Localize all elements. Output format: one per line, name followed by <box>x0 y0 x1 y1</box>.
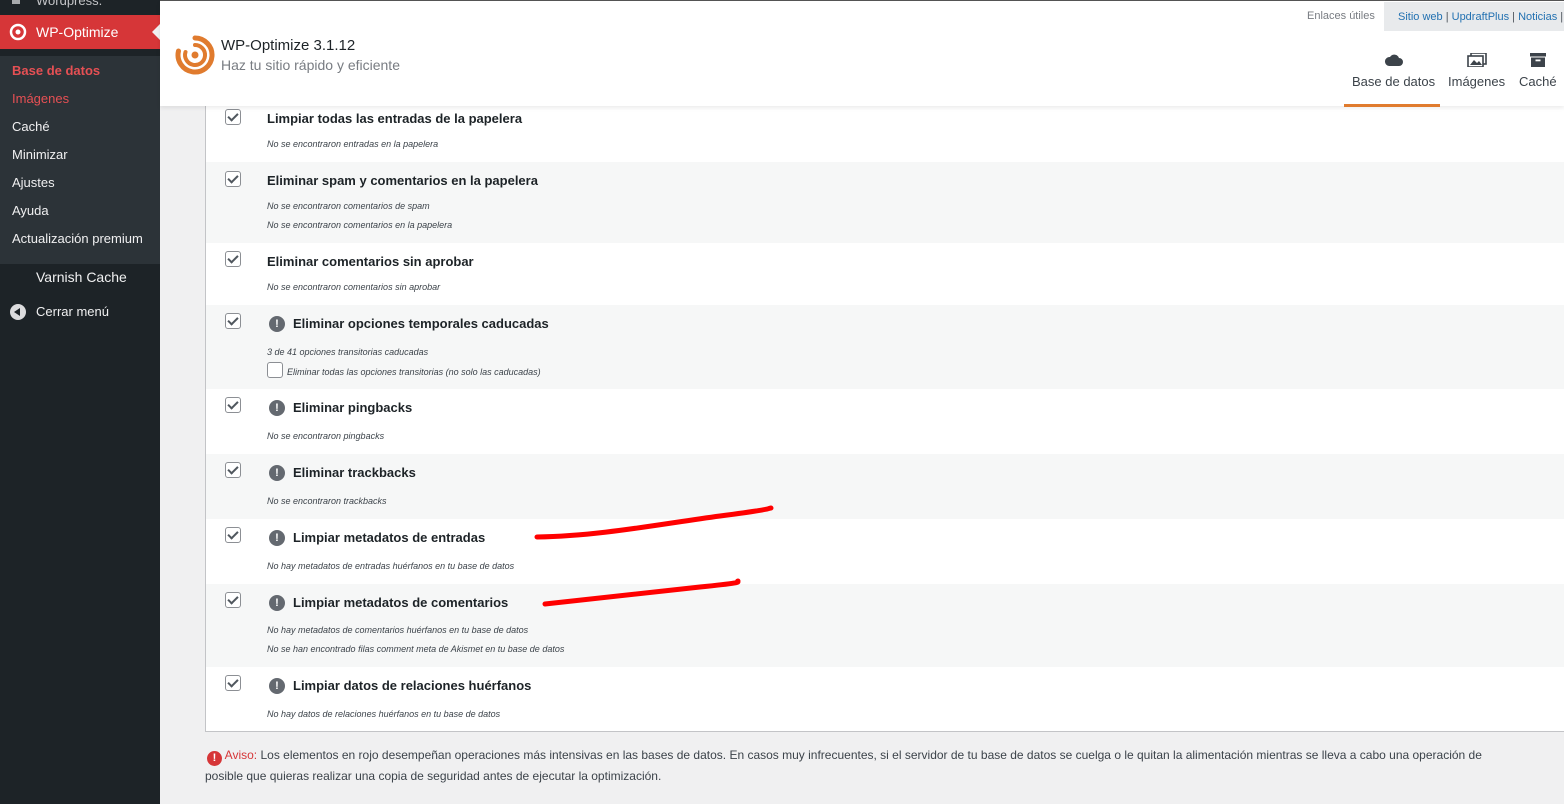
link-sitio-web[interactable]: Sitio web <box>1398 11 1443 23</box>
link-separator: | <box>1512 11 1516 23</box>
optimization-checkbox[interactable] <box>225 251 241 267</box>
warning-icon: ! <box>269 530 285 546</box>
sidebar-submenu: Base de datos Imágenes Caché Minimizar A… <box>0 56 160 264</box>
sidebar-item-label: Wordpress. <box>36 0 103 8</box>
optimization-checkbox[interactable] <box>225 527 241 543</box>
optimization-row: ! Eliminar trackbacks No se encontraron … <box>206 454 1564 519</box>
submenu-actualizacion-premium[interactable]: Actualización premium <box>12 231 143 246</box>
optimization-checkbox[interactable] <box>225 109 241 125</box>
sidebar-item-varnish-cache[interactable]: Varnish Cache <box>36 269 127 285</box>
tab-base-de-datos[interactable]: Base de datos <box>1352 53 1435 89</box>
optimization-checkbox[interactable] <box>225 313 241 329</box>
wp-optimize-icon <box>9 23 27 41</box>
optimization-title: Eliminar spam y comentarios en la papele… <box>267 173 538 188</box>
useful-links-label: Enlaces útiles <box>1307 10 1375 22</box>
optimization-row: ! Limpiar metadatos de comentarios No ha… <box>206 584 1564 667</box>
optimization-detail: No se encontraron comentarios de spam <box>267 201 430 211</box>
warning-icon: ! <box>269 595 285 611</box>
optimization-checkbox[interactable] <box>225 675 241 691</box>
optimization-detail: 3 de 41 opciones transitorias caducadas <box>267 347 429 357</box>
submenu-ajustes[interactable]: Ajustes <box>12 175 55 190</box>
optimization-row: ! Limpiar datos de relaciones huérfanos … <box>206 667 1564 731</box>
submenu-ayuda[interactable]: Ayuda <box>12 203 49 218</box>
optimization-detail: No hay datos de relaciones huérfanos en … <box>267 709 501 719</box>
notice-label: Aviso: <box>224 748 258 762</box>
optimization-row: ! Eliminar opciones temporales caducadas… <box>206 305 1564 389</box>
optimization-detail: No se encontraron comentarios en la pape… <box>267 220 453 230</box>
optimization-row: Eliminar comentarios sin aprobar No se e… <box>206 243 1564 305</box>
optimization-title: Eliminar comentarios sin aprobar <box>267 254 474 269</box>
optimization-detail: No se encontraron comentarios sin aproba… <box>267 282 441 292</box>
link-noticias[interactable]: Noticias <box>1518 11 1557 23</box>
optimization-checkbox[interactable] <box>225 171 241 187</box>
optimization-title: Limpiar todas las entradas de la papeler… <box>267 111 523 126</box>
link-updraftplus[interactable]: UpdraftPlus <box>1452 11 1509 23</box>
optimizations-table: Limpiar todas las entradas de la papeler… <box>205 100 1564 732</box>
optimization-detail: No se han encontrado filas comment meta … <box>267 644 565 654</box>
warning-notice: ! Aviso: Los elementos en rojo desempeña… <box>205 745 1564 787</box>
submenu-minimizar[interactable]: Minimizar <box>12 147 68 162</box>
all-transients-label: Eliminar todas las opciones transitorias… <box>287 367 541 377</box>
warning-icon: ! <box>269 678 285 694</box>
alert-icon: ! <box>207 751 222 766</box>
archive-icon <box>1529 53 1546 67</box>
optimization-row: Eliminar spam y comentarios en la papele… <box>206 162 1564 243</box>
link-separator: | <box>1560 11 1564 23</box>
submenu-cache[interactable]: Caché <box>12 119 50 134</box>
optimization-detail: No se encontraron entradas en la papeler… <box>267 139 439 149</box>
optimization-title: Eliminar opciones temporales caducadas <box>293 316 549 331</box>
plugin-tagline: Haz tu sitio rápido y eficiente <box>221 57 400 73</box>
optimization-title: Limpiar metadatos de comentarios <box>293 595 509 610</box>
optimization-row: Limpiar todas las entradas de la papeler… <box>206 101 1564 162</box>
optimization-row: ! Eliminar pingbacks No se encontraron p… <box>206 389 1564 454</box>
cloud-icon <box>1384 54 1403 66</box>
tab-label: Caché <box>1519 74 1557 89</box>
tab-label: Base de datos <box>1352 74 1436 89</box>
submenu-imagenes[interactable]: Imágenes <box>12 91 69 106</box>
optimization-checkbox[interactable] <box>225 397 241 413</box>
optimization-title: Eliminar pingbacks <box>293 400 413 415</box>
collapse-menu-button[interactable]: Cerrar menú <box>36 304 109 319</box>
optimization-title: Limpiar metadatos de entradas <box>293 530 486 545</box>
notice-text-line2: posible que quieras realizar una copia d… <box>205 769 662 783</box>
active-arrow <box>152 24 160 40</box>
warning-icon: ! <box>269 316 285 332</box>
useful-links-box: Sitio web | UpdraftPlus | Noticias | <box>1384 2 1564 31</box>
optimization-checkbox[interactable] <box>225 592 241 608</box>
active-tab-indicator <box>1344 104 1440 107</box>
warning-icon: ! <box>269 465 285 481</box>
sidebar-item-label: WP-Optimize <box>36 24 119 40</box>
plugin-icon <box>12 0 20 4</box>
plugin-title: WP-Optimize 3.1.12 <box>221 37 356 54</box>
tab-imagenes[interactable]: Imágenes <box>1448 53 1505 89</box>
optimization-detail: No hay metadatos de comentarios huérfano… <box>267 625 529 635</box>
all-transients-checkbox[interactable] <box>267 362 283 378</box>
admin-sidebar: Wordpress. WP-Optimize Base de datos Imá… <box>0 0 160 804</box>
optimization-detail: No hay metadatos de entradas huérfanos e… <box>267 561 515 571</box>
wp-optimize-logo <box>175 35 215 75</box>
sidebar-item-partial[interactable]: Wordpress. <box>0 0 160 8</box>
tab-label: Imágenes <box>1448 74 1506 89</box>
submenu-base-de-datos[interactable]: Base de datos <box>12 63 100 78</box>
optimization-row: ! Limpiar metadatos de entradas No hay m… <box>206 519 1564 584</box>
plugin-header: WP-Optimize 3.1.12 Haz tu sitio rápido y… <box>160 1 1564 107</box>
link-separator: | <box>1445 11 1449 23</box>
optimization-checkbox[interactable] <box>225 462 241 478</box>
images-icon <box>1466 53 1487 67</box>
notice-text: Los elementos en rojo desempeñan operaci… <box>260 748 1482 762</box>
warning-icon: ! <box>269 400 285 416</box>
optimization-title: Limpiar datos de relaciones huérfanos <box>293 678 532 693</box>
optimization-detail: No se encontraron pingbacks <box>267 431 385 441</box>
optimization-detail: No se encontraron trackbacks <box>267 496 387 506</box>
sidebar-item-wp-optimize[interactable]: WP-Optimize <box>0 15 160 49</box>
collapse-menu-icon[interactable] <box>10 304 26 320</box>
optimization-title: Eliminar trackbacks <box>293 465 416 480</box>
tab-cache[interactable]: Caché <box>1519 53 1557 89</box>
